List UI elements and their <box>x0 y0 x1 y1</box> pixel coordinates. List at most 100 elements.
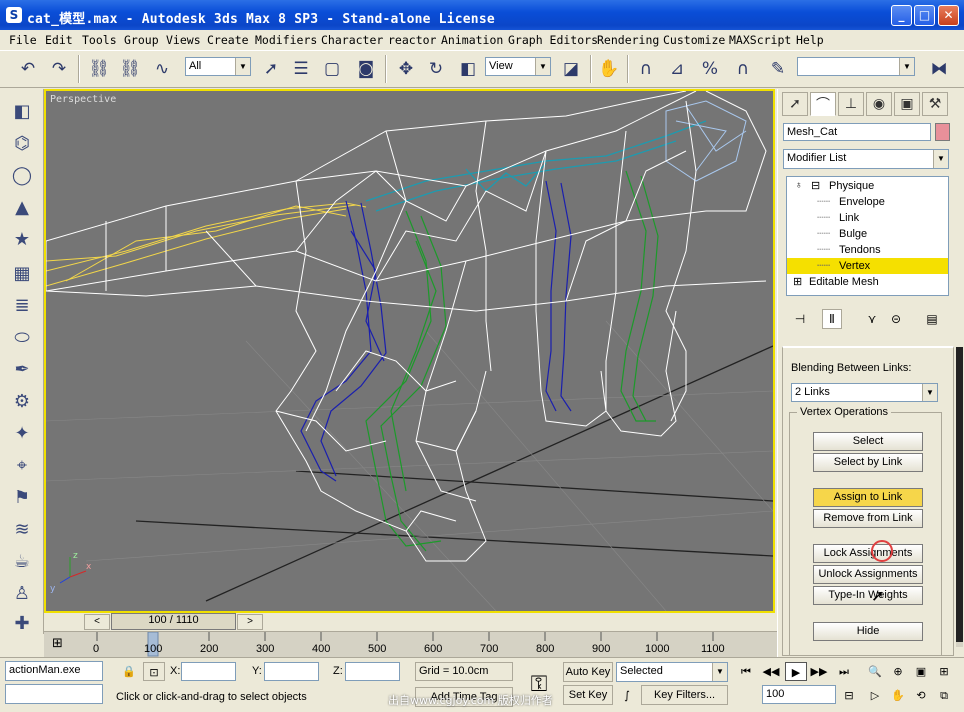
hide-button[interactable]: Hide <box>813 622 923 641</box>
cone-icon[interactable]: ▲ <box>8 193 36 221</box>
arc-rotate-icon[interactable]: ⟲ <box>910 686 932 705</box>
go-to-end-icon[interactable]: ⏭ <box>833 662 855 681</box>
rectangular-selection-icon[interactable]: ▢ <box>318 55 346 83</box>
current-frame-field[interactable]: 100 <box>762 685 836 704</box>
zoom-all-icon[interactable]: ⊕ <box>887 662 909 681</box>
time-slider-next-button[interactable]: > <box>237 614 263 630</box>
bone-icon[interactable]: ✚ <box>8 609 36 637</box>
object-color-swatch[interactable] <box>935 123 950 141</box>
play-icon[interactable]: ▶ <box>785 662 807 681</box>
select-and-scale-icon[interactable]: ◧ <box>454 55 482 83</box>
window-crossing-icon[interactable]: ◙ <box>352 55 380 83</box>
lock-selection-icon[interactable]: 🔒 <box>118 662 140 681</box>
light-icon[interactable]: ✦ <box>8 419 36 447</box>
x-coordinate-field[interactable] <box>181 662 236 681</box>
default-in-out-tangents-icon[interactable]: ∫ <box>616 686 638 705</box>
menu-views[interactable]: Views <box>166 33 201 47</box>
select-and-manipulate-icon[interactable]: ✋ <box>595 55 623 83</box>
tab-create[interactable]: ➚ <box>782 92 808 116</box>
time-configuration-icon[interactable]: ⊟ <box>838 686 860 705</box>
reference-coordinate-dropdown[interactable]: View ▼ <box>485 57 551 76</box>
stack-item-envelope[interactable]: ┄┄ Envelope <box>787 194 948 210</box>
pan-icon[interactable]: ✋ <box>887 686 909 705</box>
stack-icon[interactable]: ≣ <box>8 291 36 319</box>
time-slider-prev-button[interactable]: < <box>84 614 110 630</box>
type-in-weights-button[interactable]: Type-In Weights <box>813 586 923 605</box>
menu-create[interactable]: Create <box>207 33 249 47</box>
menu-graph-editors[interactable]: Graph Editors <box>508 33 598 47</box>
auto-key-button[interactable]: Auto Key <box>563 662 613 682</box>
assign-to-link-button[interactable]: Assign to Link <box>813 488 923 507</box>
select-object-icon[interactable]: ➚ <box>257 55 285 83</box>
tab-hierarchy[interactable]: ⊥ <box>838 92 864 116</box>
key-filters-button[interactable]: Key Filters... <box>641 685 728 705</box>
menu-character[interactable]: Character <box>321 33 383 47</box>
stack-item-vertex[interactable]: ┄┄ Vertex <box>787 258 948 274</box>
menu-modifiers[interactable]: Modifiers <box>255 33 317 47</box>
menu-edit[interactable]: Edit <box>45 33 73 47</box>
snap-toggle-icon[interactable]: ∩ <box>632 55 660 83</box>
maximize-button[interactable]: □ <box>914 5 935 26</box>
helper-icon[interactable]: ⚑ <box>8 483 36 511</box>
unlock-assignments-button[interactable]: Unlock Assignments <box>813 565 923 584</box>
maxscript-listener-field[interactable]: actionMan.exe <box>5 661 103 681</box>
tab-utilities[interactable]: ⚒ <box>922 92 948 116</box>
menu-customize[interactable]: Customize <box>663 33 725 47</box>
stack-item-physique[interactable]: ♁ ⊟ Physique <box>787 178 948 194</box>
capsule-icon[interactable]: ⬭ <box>8 323 36 351</box>
menu-tools[interactable]: Tools <box>82 33 117 47</box>
stack-item-link[interactable]: ┄┄ Link <box>787 210 948 226</box>
pivot-center-icon[interactable]: ◪ <box>557 55 585 83</box>
wave-icon[interactable]: ≋ <box>8 515 36 543</box>
close-button[interactable]: ✕ <box>938 5 959 26</box>
gear-icon[interactable]: ⚙ <box>8 387 36 415</box>
menu-help[interactable]: Help <box>796 33 824 47</box>
tab-modify[interactable]: ⌒ <box>810 92 836 116</box>
scrollbar-thumb[interactable] <box>956 347 963 642</box>
absolute-mode-icon[interactable]: ⊡ <box>143 662 165 681</box>
box-icon[interactable]: ◧ <box>8 97 36 125</box>
set-key-button[interactable]: Set Key <box>563 685 613 705</box>
field-of-view-icon[interactable]: ▷ <box>864 686 886 705</box>
select-by-link-button[interactable]: Select by Link <box>813 453 923 472</box>
key-mode-dropdown[interactable]: Selected ▼ <box>616 662 728 682</box>
menu-reactor[interactable]: reactor <box>388 33 436 47</box>
named-selection-dropdown[interactable]: ▼ <box>797 57 915 76</box>
modifier-list-dropdown[interactable]: Modifier List ▼ <box>783 149 949 169</box>
command-panel-scrollbar[interactable] <box>956 347 963 647</box>
previous-frame-icon[interactable]: ◀◀ <box>760 662 782 681</box>
lightbulb-icon[interactable]: ♁ <box>795 178 803 194</box>
cylinder-icon[interactable]: ⌬ <box>8 129 36 157</box>
tab-motion[interactable]: ◉ <box>866 92 892 116</box>
zoom-icon[interactable]: 🔍 <box>864 662 886 681</box>
next-frame-icon[interactable]: ▶▶ <box>808 662 830 681</box>
lock-assignments-button[interactable]: Lock Assignments <box>813 544 923 563</box>
unlink-selection-icon[interactable]: ⛓ <box>116 55 144 83</box>
time-slider-thumb[interactable]: 100 / 1110 <box>111 613 236 630</box>
perspective-viewport[interactable]: Perspective z x y <box>44 89 775 613</box>
select-and-link-icon[interactable]: ⛓ <box>85 55 113 83</box>
make-unique-icon[interactable]: ⋎ <box>862 309 882 329</box>
menu-maxscript[interactable]: MAXScript <box>729 33 791 47</box>
configure-modifier-sets-icon[interactable]: ▤ <box>922 309 942 329</box>
go-to-start-icon[interactable]: ⏮ <box>735 662 757 681</box>
zoom-extents-all-icon[interactable]: ⊞ <box>933 662 955 681</box>
show-end-result-icon[interactable]: Ⅱ <box>822 309 842 329</box>
pen-icon[interactable]: ✒ <box>8 355 36 383</box>
stack-item-bulge[interactable]: ┄┄ Bulge <box>787 226 948 242</box>
menu-file[interactable]: File <box>9 33 37 47</box>
collapse-icon[interactable]: ⊟ <box>811 178 820 194</box>
pin-stack-icon[interactable]: ⊣ <box>790 309 810 329</box>
camera-icon[interactable]: ⌖ <box>8 451 36 479</box>
maximize-viewport-icon[interactable]: ⧉ <box>933 686 955 705</box>
stack-item-editable-mesh[interactable]: ⊞ Editable Mesh <box>787 274 948 290</box>
object-name-field[interactable]: Mesh_Cat <box>783 123 931 141</box>
checker-icon[interactable]: ▦ <box>8 259 36 287</box>
zoom-extents-icon[interactable]: ▣ <box>910 662 932 681</box>
select-button[interactable]: Select <box>813 432 923 451</box>
sphere-icon[interactable]: ◯ <box>8 161 36 189</box>
percent-snap-icon[interactable]: % <box>696 55 724 83</box>
remove-from-link-button[interactable]: Remove from Link <box>813 509 923 528</box>
star-icon[interactable]: ★ <box>8 225 36 253</box>
mirror-icon[interactable]: ⧓ <box>925 55 953 83</box>
